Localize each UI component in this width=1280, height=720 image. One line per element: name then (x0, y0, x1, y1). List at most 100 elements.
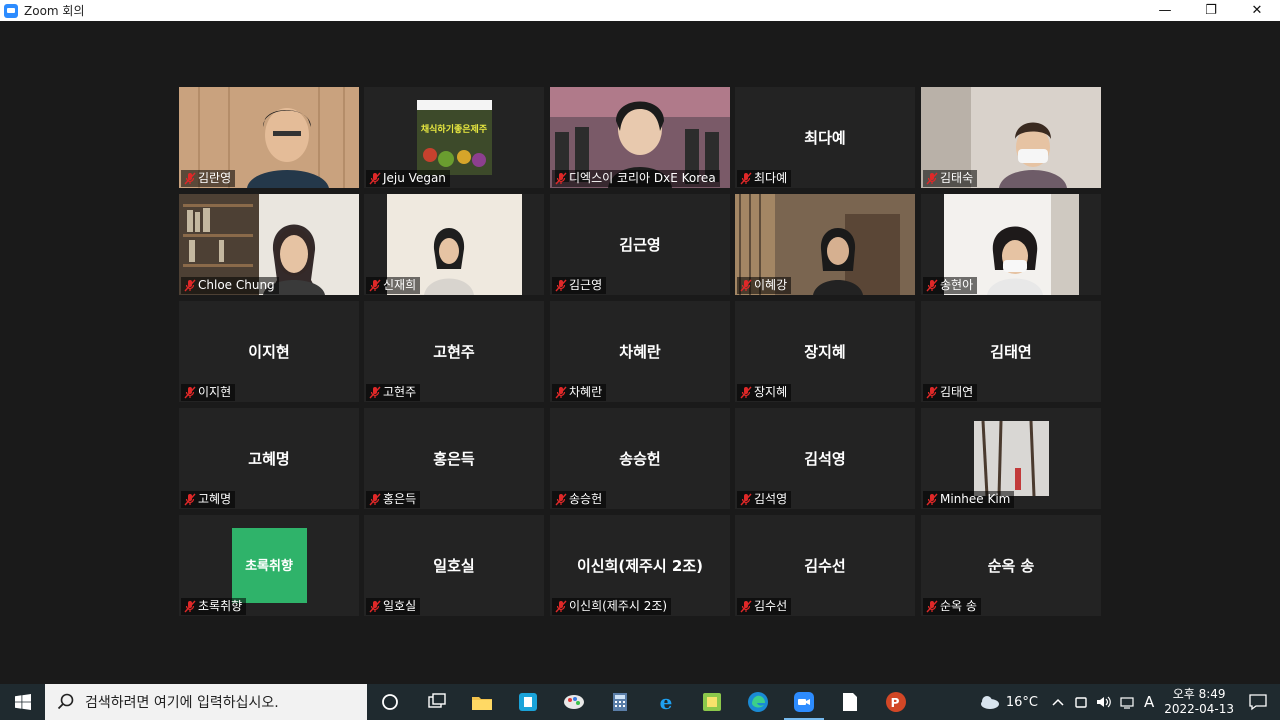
muted-microphone-icon (184, 493, 196, 506)
muted-microphone-icon (369, 279, 381, 292)
task-view-icon (428, 693, 446, 708)
taskbar-app-3[interactable] (551, 684, 597, 720)
notification-center-icon[interactable] (1248, 693, 1268, 711)
close-button[interactable]: ✕ (1234, 0, 1280, 21)
participant-tile[interactable]: 송승헌 송승헌 (550, 408, 730, 509)
window-titlebar: Zoom 회의 — ❐ ✕ (0, 0, 1280, 21)
participant-name-label: 고혜명 (181, 491, 236, 508)
start-button[interactable] (0, 684, 45, 720)
svg-text:P: P (891, 696, 900, 710)
network-icon[interactable] (1120, 695, 1136, 709)
paint-app-icon (564, 695, 584, 709)
participant-display-name: 최다예 (804, 129, 846, 147)
participant-display-name: 이지현 (248, 343, 290, 361)
participant-tile[interactable]: 이혜강 (735, 194, 915, 295)
taskbar-app-2[interactable] (505, 684, 551, 720)
participant-name: 고혜명 (198, 492, 232, 506)
participant-display-name: 일호실 (433, 557, 475, 575)
powerpoint-icon: P (886, 692, 906, 712)
participant-name: 김수선 (754, 599, 788, 613)
participant-tile[interactable]: 신재희 (364, 194, 544, 295)
taskbar-zoom[interactable] (781, 684, 827, 720)
participant-name-label: Chloe Chung (181, 277, 279, 294)
participant-name: 송현아 (940, 278, 974, 292)
participant-name: 김석영 (754, 492, 788, 506)
taskbar-file-explorer[interactable] (459, 684, 505, 720)
participant-name-label: 장지혜 (737, 384, 792, 401)
video-overlay-text: 채식하기좋은제주 (421, 123, 487, 135)
taskbar-search-box[interactable]: 검색하려면 여기에 입력하십시오. (45, 684, 367, 720)
task-view-button[interactable] (413, 684, 459, 720)
participant-tile[interactable]: 최다예 최다예 (735, 87, 915, 188)
participant-tile[interactable]: 김태숙 (921, 87, 1101, 188)
cortana-circle-icon (382, 694, 398, 710)
participant-name: 김근영 (569, 278, 603, 292)
participant-name: Jeju Vegan (383, 171, 446, 185)
participant-name: 순옥 송 (940, 599, 977, 613)
taskbar-powerpoint[interactable]: P (873, 684, 919, 720)
participant-name-label: 이지현 (181, 384, 236, 401)
participant-tile[interactable]: 고현주 고현주 (364, 301, 544, 402)
participant-name-label: 김태숙 (923, 170, 978, 187)
window-title: Zoom 회의 (24, 4, 85, 18)
participant-display-name: 홍은득 (433, 450, 475, 468)
minimize-button[interactable]: — (1142, 0, 1188, 21)
weather-temperature[interactable]: 16°C (1006, 695, 1038, 710)
participant-tile[interactable]: 일호실 일호실 (364, 515, 544, 616)
participant-name-label: 송승헌 (552, 491, 607, 508)
taskbar-calculator[interactable] (597, 684, 643, 720)
muted-microphone-icon (369, 172, 381, 185)
participant-display-name: 김수선 (804, 557, 846, 575)
participant-tile[interactable]: 김석영 김석영 (735, 408, 915, 509)
participant-tile[interactable]: 김태연 김태연 (921, 301, 1101, 402)
participant-tile[interactable]: 디엑스이 코리아 DxE Korea (550, 87, 730, 188)
participant-name-label: 김태연 (923, 384, 978, 401)
chevron-up-icon[interactable] (1052, 697, 1064, 707)
taskbar-clock[interactable]: 오후 8:49 2022-04-13 (1164, 687, 1234, 717)
ime-indicator[interactable]: A (1144, 693, 1154, 711)
participant-tile[interactable]: Minhee Kim (921, 408, 1101, 509)
participant-tile[interactable]: 홍은득 홍은득 (364, 408, 544, 509)
participant-name-label: 초록취향 (181, 598, 247, 615)
restore-button[interactable]: ❐ (1188, 0, 1234, 21)
participant-name: 이혜강 (754, 278, 788, 292)
muted-microphone-icon (740, 493, 752, 506)
muted-microphone-icon (740, 279, 752, 292)
participant-name: 디엑스이 코리아 DxE Korea (569, 171, 716, 185)
participant-name-label: 김석영 (737, 491, 792, 508)
participant-tile[interactable]: 장지혜 장지혜 (735, 301, 915, 402)
meeting-stage: 김란영 채식하기좋은제주 Jeju Vegan 디엑스이 코리아 DxE Korea 최… (0, 21, 1280, 684)
participant-tile[interactable]: 고혜명 고혜명 (179, 408, 359, 509)
taskbar-internet-explorer[interactable]: e (643, 684, 689, 720)
muted-microphone-icon (555, 279, 567, 292)
participant-tile[interactable]: 김수선 김수선 (735, 515, 915, 616)
participant-name-label: 김란영 (181, 170, 236, 187)
cortana-button[interactable] (367, 684, 413, 720)
internet-explorer-icon: e (660, 691, 673, 713)
participant-name-label: 고현주 (366, 384, 421, 401)
taskbar-notepad[interactable] (827, 684, 873, 720)
sticky-notes-icon (703, 693, 721, 711)
participant-tile[interactable]: 김근영 김근영 (550, 194, 730, 295)
participant-tile[interactable]: Chloe Chung (179, 194, 359, 295)
participant-tile[interactable]: 채식하기좋은제주 Jeju Vegan (364, 87, 544, 188)
participant-tile[interactable]: 송현아 (921, 194, 1101, 295)
participant-tile[interactable]: 이지현 이지현 (179, 301, 359, 402)
participant-tile[interactable]: 순옥 송 순옥 송 (921, 515, 1101, 616)
volume-icon[interactable] (1096, 695, 1112, 709)
taskbar-edge[interactable] (735, 684, 781, 720)
document-icon (843, 693, 857, 711)
participant-name-label: 이혜강 (737, 277, 792, 294)
participant-tile[interactable]: 초록취향 초록취향 (179, 515, 359, 616)
taskbar-app-6[interactable] (689, 684, 735, 720)
participant-tile[interactable]: 김란영 (179, 87, 359, 188)
participant-name: 차혜란 (569, 385, 603, 399)
participant-name: 김태연 (940, 385, 974, 399)
onedrive-icon[interactable] (1074, 695, 1088, 709)
participant-name-label: 홍은득 (366, 491, 421, 508)
participant-name-label: 순옥 송 (923, 598, 981, 615)
participant-display-name: 고현주 (433, 343, 475, 361)
participant-tile[interactable]: 차혜란 차혜란 (550, 301, 730, 402)
participant-tile[interactable]: 이신희(제주시 2조) 이신희(제주시 2조) (550, 515, 730, 616)
search-placeholder: 검색하려면 여기에 입력하십시오. (85, 695, 279, 711)
